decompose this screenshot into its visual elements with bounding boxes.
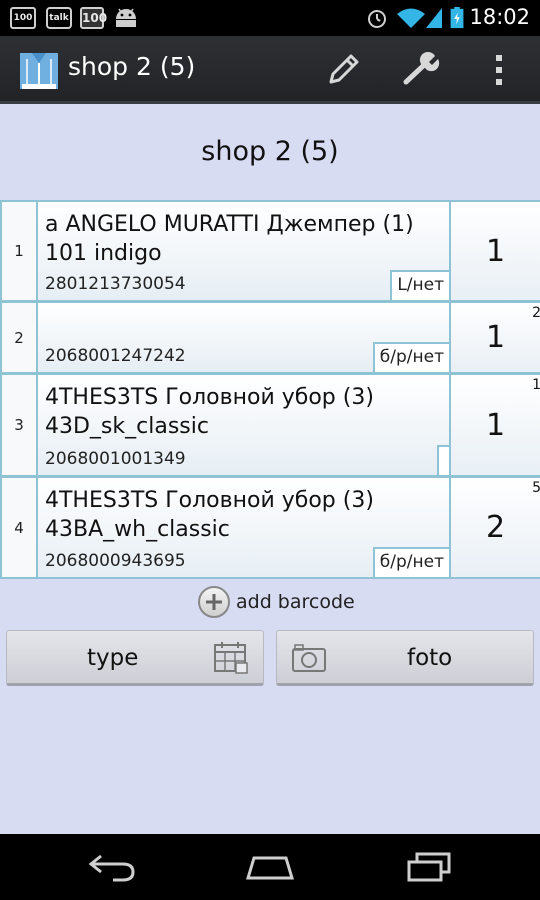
back-icon xyxy=(88,854,135,882)
add-barcode-button[interactable]: add barcode xyxy=(198,586,355,618)
row-body[interactable]: 2068001247242 б/р/нет xyxy=(38,303,449,372)
row-index: 2 xyxy=(2,303,38,372)
row-index: 1 xyxy=(2,202,38,300)
stock-count: 2 xyxy=(532,305,540,321)
clock: 18:02 xyxy=(469,5,530,29)
list-item[interactable]: 2 2068001247242 б/р/нет 1 2 xyxy=(0,301,540,374)
back-button[interactable] xyxy=(77,844,147,890)
android-icon xyxy=(116,8,136,27)
talk-notification-icon: talk xyxy=(46,7,72,29)
quantity-value: 1 xyxy=(485,407,506,443)
item-barcode: 2801213730054 xyxy=(45,274,186,294)
item-size-badge: L/нет xyxy=(390,270,449,300)
alarm-icon xyxy=(368,10,386,28)
edit-button[interactable] xyxy=(320,48,366,92)
item-barcode: 2068001247242 xyxy=(45,346,186,366)
status-bar: 100 talk 100 18:02 xyxy=(0,0,540,36)
foto-button[interactable]: foto xyxy=(276,630,534,686)
action-bar: shop 2 (5) xyxy=(0,36,540,104)
quantity-cell[interactable]: 1 2 xyxy=(449,303,540,372)
list-item[interactable]: 1 a ANGELO MURATTI Джемпер (1) 101 indig… xyxy=(0,200,540,302)
type-button[interactable]: type xyxy=(6,630,264,686)
row-index: 3 xyxy=(2,375,38,475)
foto-button-label: foto xyxy=(407,645,453,671)
quantity-cell[interactable]: 1 xyxy=(449,202,540,300)
notification-badge-100: 100 xyxy=(10,7,36,29)
camera-icon xyxy=(292,644,326,672)
item-size-badge xyxy=(437,445,449,475)
row-body[interactable]: a ANGELO MURATTI Джемпер (1) 101 indigo … xyxy=(38,202,449,300)
list-item[interactable]: 3 4THES3TS Головной убор (3) 43D_sk_clas… xyxy=(0,373,540,477)
navigation-bar xyxy=(0,834,540,900)
list-item[interactable]: 4 4THES3TS Головной убор (3) 43BA_wh_cla… xyxy=(0,476,540,579)
settings-button[interactable] xyxy=(398,48,444,92)
app-shirt-icon[interactable] xyxy=(18,49,60,91)
overflow-menu-button[interactable] xyxy=(476,48,522,92)
wrench-icon xyxy=(403,52,440,85)
quantity-value: 2 xyxy=(485,510,506,545)
quantity-value: 1 xyxy=(485,233,506,269)
notification-badge-100-alt: 100 xyxy=(80,7,107,29)
stock-count: 5 xyxy=(532,480,540,496)
home-button[interactable] xyxy=(235,844,305,890)
row-index: 4 xyxy=(2,478,38,577)
plus-circle-icon xyxy=(198,586,230,618)
wifi-icon xyxy=(397,8,425,28)
home-icon xyxy=(245,856,295,880)
item-name: a ANGELO MURATTI Джемпер (1) 101 indigo xyxy=(45,212,414,266)
item-size-badge: б/р/нет xyxy=(372,547,449,577)
row-body[interactable]: 4THES3TS Головной убор (3) 43D_sk_classi… xyxy=(38,375,449,475)
row-body[interactable]: 4THES3TS Головной убор (3) 43BA_wh_class… xyxy=(38,478,449,577)
signal-icon xyxy=(426,8,442,28)
pencil-icon xyxy=(329,54,359,84)
recents-icon xyxy=(407,852,451,882)
action-bar-title: shop 2 (5) xyxy=(68,52,196,81)
stock-count: 1 xyxy=(532,377,540,393)
item-name: 4THES3TS Головной убор (3) 43BA_wh_class… xyxy=(45,488,374,542)
item-barcode: 2068001001349 xyxy=(45,449,186,469)
overflow-menu-icon xyxy=(496,55,502,85)
quantity-cell[interactable]: 1 1 xyxy=(449,375,540,475)
item-size-badge: б/р/нет xyxy=(372,342,449,372)
type-button-label: type xyxy=(87,645,139,671)
calendar-grid-icon xyxy=(214,642,248,674)
page-title: shop 2 (5) xyxy=(201,136,339,167)
quantity-value: 1 xyxy=(485,320,506,355)
recents-button[interactable] xyxy=(395,844,465,890)
add-barcode-label: add barcode xyxy=(236,591,355,613)
battery-icon xyxy=(450,7,464,29)
item-barcode: 2068000943695 xyxy=(45,551,186,571)
quantity-cell[interactable]: 2 5 xyxy=(449,478,540,577)
item-name: 4THES3TS Головной убор (3) 43D_sk_classi… xyxy=(45,385,374,439)
